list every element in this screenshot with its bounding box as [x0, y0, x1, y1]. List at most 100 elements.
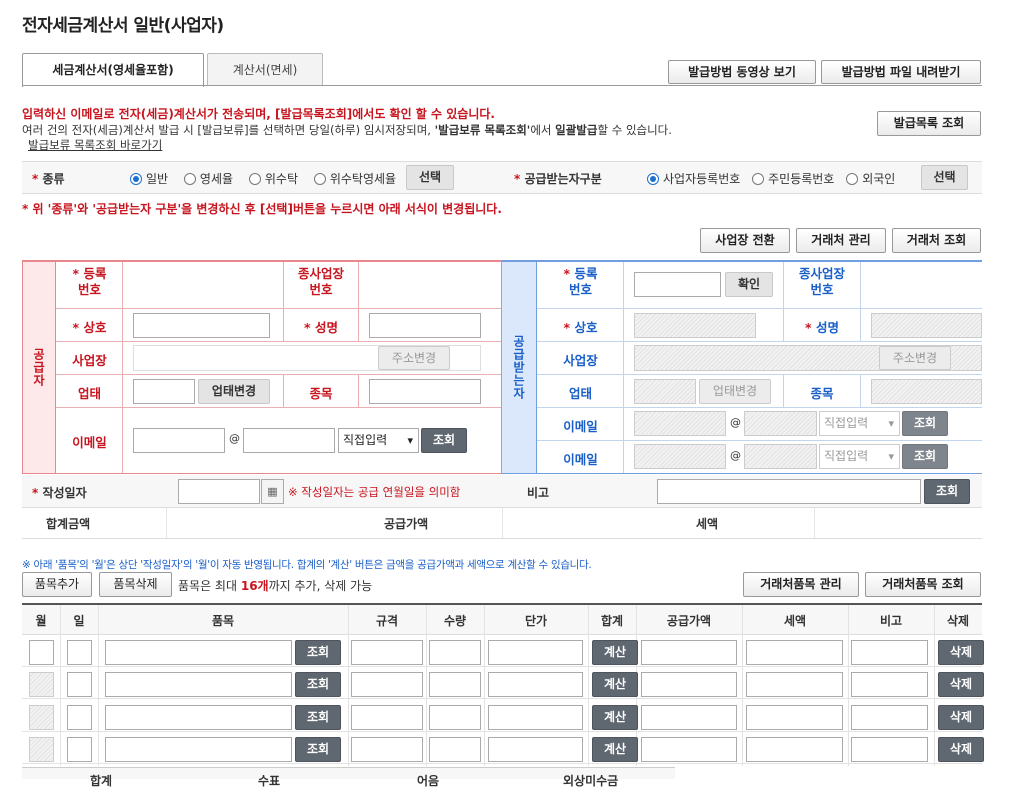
- write-date-input[interactable]: [178, 479, 260, 504]
- day-input[interactable]: [67, 704, 92, 730]
- delete-item-button[interactable]: 품목삭제: [99, 572, 172, 597]
- tax-input[interactable]: [746, 704, 843, 730]
- row-delete-button[interactable]: 삭제: [938, 736, 984, 762]
- month-input[interactable]: [29, 672, 54, 698]
- receiver-email2-domain-input[interactable]: [744, 444, 817, 469]
- tab-invoice[interactable]: 계산서(면세): [207, 53, 323, 86]
- spec-input[interactable]: [351, 640, 423, 665]
- receiver-reg-input[interactable]: [634, 272, 721, 297]
- issue-list-button[interactable]: 발급목록 조회: [877, 111, 981, 136]
- remark-input[interactable]: [851, 704, 928, 730]
- supplier-name-input[interactable]: [133, 313, 270, 338]
- tax-input[interactable]: [746, 672, 843, 698]
- row-delete-button[interactable]: 삭제: [938, 704, 984, 730]
- price-input[interactable]: [488, 640, 583, 665]
- supplier-business-type-input[interactable]: [133, 379, 195, 404]
- receiver-ceo-input[interactable]: [871, 313, 982, 338]
- receiver-business-type-input[interactable]: [634, 379, 696, 404]
- receiver-type-business[interactable]: 사업자등록번호: [647, 172, 740, 186]
- month-input[interactable]: [29, 640, 54, 665]
- day-input[interactable]: [67, 672, 92, 698]
- switch-branch-button[interactable]: 사업장 전환: [700, 228, 790, 253]
- supply-input[interactable]: [641, 640, 737, 665]
- day-input[interactable]: [67, 736, 92, 762]
- receiver-email2-lookup-button[interactable]: 조회: [902, 444, 948, 469]
- price-input[interactable]: [488, 736, 583, 762]
- supplier-ceo-input[interactable]: [369, 313, 481, 338]
- month-input[interactable]: [29, 704, 54, 730]
- item-name-input[interactable]: [105, 736, 292, 762]
- item-lookup-button[interactable]: 조회: [295, 640, 341, 665]
- item-name-input[interactable]: [105, 672, 292, 698]
- spec-input[interactable]: [351, 736, 423, 762]
- supplier-email-lookup-button[interactable]: 조회: [421, 428, 467, 453]
- receiver-email2-id-input[interactable]: [634, 444, 726, 469]
- partner-manage-button[interactable]: 거래처 관리: [796, 228, 886, 253]
- receiver-email1-domain-input[interactable]: [744, 411, 817, 436]
- qty-input[interactable]: [429, 704, 481, 730]
- kind-option-consign[interactable]: 위수탁: [248, 172, 298, 186]
- supplier-email-id-input[interactable]: [133, 428, 225, 453]
- video-guide-button[interactable]: 발급방법 동영상 보기: [668, 60, 816, 84]
- receiver-email1-lookup-button[interactable]: 조회: [902, 411, 948, 436]
- receiver-email1-id-input[interactable]: [634, 411, 726, 436]
- receiver-type-select-button[interactable]: 선택: [921, 165, 968, 190]
- calc-button[interactable]: 계산: [592, 704, 638, 730]
- partner-lookup-button[interactable]: 거래처 조회: [892, 228, 981, 253]
- partner-item-manage-button[interactable]: 거래처품목 관리: [743, 572, 859, 597]
- remark-lookup-button[interactable]: 조회: [924, 479, 970, 504]
- supplier-address-button[interactable]: 주소변경: [378, 346, 450, 370]
- receiver-address-button[interactable]: 주소변경: [879, 346, 951, 370]
- spec-input[interactable]: [351, 672, 423, 698]
- receiver-email1-domain-select[interactable]: 직접입력: [819, 411, 900, 436]
- price-input[interactable]: [488, 704, 583, 730]
- calc-button[interactable]: 계산: [592, 736, 638, 762]
- supplier-item-input[interactable]: [369, 379, 481, 404]
- supplier-email-domain-input[interactable]: [243, 428, 335, 453]
- calc-button[interactable]: 계산: [592, 640, 638, 665]
- partner-item-lookup-button[interactable]: 거래처품목 조회: [865, 572, 981, 597]
- price-input[interactable]: [488, 672, 583, 698]
- supply-input[interactable]: [641, 736, 737, 762]
- supply-input[interactable]: [641, 704, 737, 730]
- qty-input[interactable]: [429, 672, 481, 698]
- month-input[interactable]: [29, 736, 54, 762]
- calendar-icon[interactable]: ▦: [261, 479, 284, 504]
- hold-list-link[interactable]: 발급보류 목록조회 바로가기: [28, 137, 162, 153]
- supplier-business-type-button[interactable]: 업태변경: [198, 379, 270, 404]
- remark-input[interactable]: [851, 736, 928, 762]
- kind-option-zero-rate[interactable]: 영세율: [183, 172, 233, 186]
- item-lookup-button[interactable]: 조회: [295, 704, 341, 730]
- calc-button[interactable]: 계산: [592, 672, 638, 698]
- tax-input[interactable]: [746, 736, 843, 762]
- receiver-type-foreigner[interactable]: 외국인: [846, 172, 895, 186]
- tax-input[interactable]: [746, 640, 843, 665]
- receiver-business-type-button[interactable]: 업태변경: [699, 379, 771, 404]
- remark-input[interactable]: [657, 479, 921, 504]
- receiver-email2-domain-select[interactable]: 직접입력: [819, 444, 900, 469]
- item-lookup-button[interactable]: 조회: [295, 736, 341, 762]
- kind-option-consign-zero[interactable]: 위수탁영세율: [313, 172, 396, 186]
- remark-input[interactable]: [851, 672, 928, 698]
- receiver-confirm-button[interactable]: 확인: [725, 272, 773, 297]
- spec-input[interactable]: [351, 704, 423, 730]
- add-item-button[interactable]: 품목추가: [22, 572, 92, 597]
- supplier-email-domain-select[interactable]: 직접입력: [338, 428, 419, 453]
- row-delete-button[interactable]: 삭제: [938, 640, 984, 665]
- download-guide-button[interactable]: 발급방법 파일 내려받기: [821, 60, 981, 84]
- qty-input[interactable]: [429, 640, 481, 665]
- receiver-item-input[interactable]: [871, 379, 982, 404]
- remark-input[interactable]: [851, 640, 928, 665]
- day-input[interactable]: [67, 640, 92, 665]
- item-name-input[interactable]: [105, 640, 292, 665]
- receiver-name-input[interactable]: [634, 313, 756, 338]
- item-lookup-button[interactable]: 조회: [295, 672, 341, 698]
- qty-input[interactable]: [429, 736, 481, 762]
- receiver-type-resident[interactable]: 주민등록번호: [752, 172, 834, 186]
- tab-tax-invoice[interactable]: 세금계산서(영세율포함): [22, 53, 204, 87]
- item-name-input[interactable]: [105, 704, 292, 730]
- kind-select-button[interactable]: 선택: [406, 165, 454, 190]
- supply-input[interactable]: [641, 672, 737, 698]
- row-delete-button[interactable]: 삭제: [938, 672, 984, 698]
- kind-option-general[interactable]: 일반: [130, 172, 168, 186]
